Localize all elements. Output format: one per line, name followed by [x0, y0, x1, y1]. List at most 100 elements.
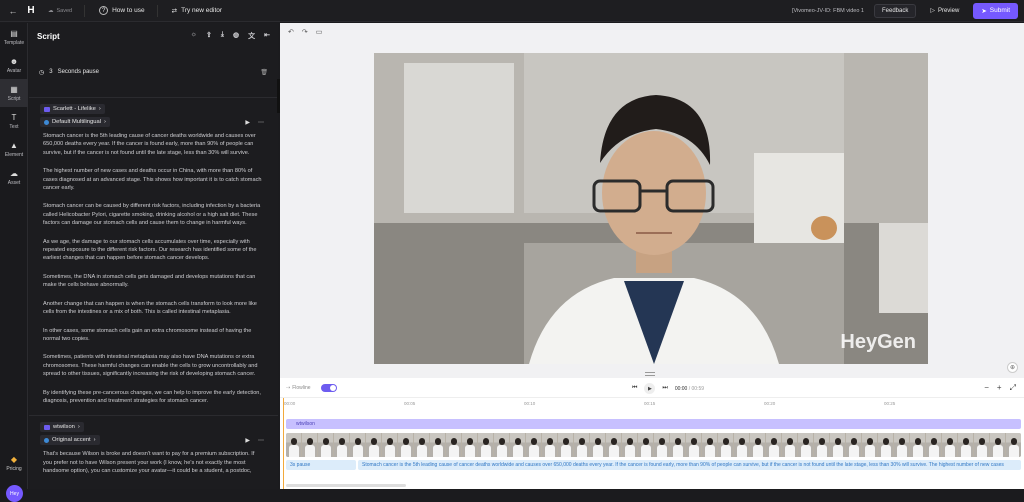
light-icon[interactable]: ☼: [191, 31, 197, 41]
nav-pricing[interactable]: ◆ Pricing: [0, 455, 28, 472]
more-icon[interactable]: ⋯: [258, 119, 264, 126]
script-paragraph[interactable]: That's because Wilson is broke and doesn…: [43, 450, 264, 475]
pause-segment[interactable]: 3s pause: [286, 460, 356, 470]
video-thumbnail: [286, 433, 302, 457]
project-title[interactable]: [Vivomeo-JV-ID: FBM video 1: [792, 8, 864, 14]
avatar-track[interactable]: wtwilson: [286, 419, 1021, 429]
user-avatar[interactable]: Hey: [6, 485, 23, 502]
divider: [29, 97, 278, 98]
script-paragraph[interactable]: In other cases, some stomach cells gain …: [43, 327, 264, 344]
cloud-icon: ☁: [48, 7, 54, 14]
zoom-controls: − + ⤢: [984, 383, 1016, 393]
asset-icon: ☁: [10, 168, 18, 178]
script-paragraph[interactable]: Sometimes, the DNA in stomach cells gets…: [43, 273, 264, 290]
video-thumbnail: [846, 433, 862, 457]
video-preview[interactable]: HeyGen: [374, 53, 928, 364]
trash-icon[interactable]: 🗑: [260, 69, 268, 76]
undo-icon[interactable]: ↶: [288, 28, 294, 36]
timeline-scrollbar[interactable]: [286, 484, 406, 487]
script-paragraph[interactable]: The highest number of new cases and deat…: [43, 167, 264, 192]
more-icon[interactable]: ⋯: [258, 437, 264, 444]
voice-selector[interactable]: Scarlett - Lifelike ›: [40, 104, 105, 114]
nav-element[interactable]: ▲ Element: [0, 135, 28, 163]
video-thumbnail: [974, 433, 990, 457]
video-thumbnail: [478, 433, 494, 457]
template-icon: ▤: [10, 28, 18, 38]
video-track[interactable]: [286, 433, 1021, 457]
play-button[interactable]: ▶: [644, 383, 656, 394]
zoom-in-icon[interactable]: +: [997, 383, 1002, 393]
accent-selector[interactable]: Original accent ›: [40, 435, 100, 446]
video-thumbnail: [558, 433, 574, 457]
video-thumbnail: [446, 433, 462, 457]
collapse-panel-icon[interactable]: ⇤: [264, 31, 270, 41]
video-thumbnail: [510, 433, 526, 457]
download-icon[interactable]: ⤓: [221, 31, 224, 41]
nav-asset[interactable]: ☁ Asset: [0, 163, 28, 191]
expand-icon[interactable]: ⤢: [1010, 383, 1016, 393]
zoom-out-icon[interactable]: −: [984, 383, 989, 393]
avatar-icon: ☻: [9, 56, 19, 66]
video-thumbnail: [462, 433, 478, 457]
play-icon[interactable]: ▶: [245, 437, 250, 444]
feedback-button[interactable]: Feedback: [873, 3, 917, 18]
preview-button[interactable]: ▷ Preview: [922, 4, 967, 17]
try-new-editor-button[interactable]: ⇄ Try new editor: [172, 7, 222, 15]
script-paragraph[interactable]: Sometimes, patients with intestinal meta…: [43, 353, 264, 378]
video-thumbnail: [654, 433, 670, 457]
nav-avatar[interactable]: ☻ Avatar: [0, 51, 28, 79]
script-text-block[interactable]: That's because Wilson is broke and doesn…: [43, 450, 264, 475]
divider: [84, 4, 86, 17]
accent-selector[interactable]: Default Multilingual ›: [40, 117, 110, 127]
script-text-block[interactable]: Stomach cancer is the 5th leading cause …: [43, 132, 264, 405]
script-segment[interactable]: Stomach cancer is the 5th leading cause …: [358, 460, 1021, 470]
ruler-tick: 00:05: [404, 401, 416, 406]
play-icon[interactable]: ▶: [245, 119, 250, 126]
video-thumbnail: [782, 433, 798, 457]
zoom-fit-icon[interactable]: ⊕: [1007, 362, 1018, 373]
chevron-right-icon: ›: [98, 106, 101, 112]
voice-settings: wtwilson › Original accent › ▶ ⋯: [40, 422, 278, 446]
video-thumbnail: [430, 433, 446, 457]
submit-button[interactable]: ➤ Submit: [973, 2, 1018, 19]
resize-handle-icon[interactable]: [645, 372, 655, 376]
script-paragraph[interactable]: As we age, the damage to our stomach cel…: [43, 238, 264, 263]
script-paragraph[interactable]: Stomach cancer is the 5th leading cause …: [43, 132, 264, 157]
divider: [156, 4, 158, 17]
nav-script[interactable]: ▦ Script: [0, 79, 28, 107]
ruler-tick: 00:20: [764, 401, 776, 406]
video-thumbnail: [1006, 433, 1021, 457]
script-paragraph[interactable]: Another change that can happen is when t…: [43, 300, 264, 317]
nav-text[interactable]: T Text: [0, 107, 28, 135]
avatar-video-frame: [374, 53, 928, 364]
video-thumbnail: [718, 433, 734, 457]
pause-count: 3: [49, 69, 53, 75]
video-thumbnail: [926, 433, 942, 457]
video-thumbnail: [958, 433, 974, 457]
heygen-logo[interactable]: H: [20, 0, 42, 22]
video-thumbnail: [990, 433, 1006, 457]
upload-icon[interactable]: ⇪: [206, 31, 212, 41]
video-thumbnail: [350, 433, 366, 457]
pause-block[interactable]: ◷ 3 Seconds pause 🗑: [35, 61, 272, 83]
how-to-use-button[interactable]: ? How to use: [99, 6, 145, 15]
back-arrow-icon[interactable]: ←: [6, 6, 20, 16]
script-paragraph[interactable]: Stomach cancer can be caused by differen…: [43, 202, 264, 227]
skip-forward-icon[interactable]: ⏭: [662, 385, 667, 392]
voice-selector[interactable]: wtwilson ›: [40, 422, 84, 433]
skip-back-icon[interactable]: ⏮: [632, 385, 637, 392]
monitor-icon[interactable]: ▭: [316, 28, 323, 36]
redo-icon[interactable]: ↷: [302, 28, 308, 36]
playhead[interactable]: [283, 398, 284, 489]
globe-icon[interactable]: ◍: [233, 31, 239, 41]
video-thumbnail: [910, 433, 926, 457]
video-thumbnail: [830, 433, 846, 457]
flowline-toggle[interactable]: [320, 383, 337, 392]
divider: [29, 415, 278, 417]
video-thumbnail: [942, 433, 958, 457]
script-paragraph[interactable]: By identifying these pre-cancerous chang…: [43, 389, 264, 406]
nav-template[interactable]: ▤ Template: [0, 23, 28, 51]
diamond-icon: ◆: [10, 455, 18, 464]
script-track: 3s pause Stomach cancer is the 5th leadi…: [286, 460, 1021, 470]
translate-icon[interactable]: 文: [248, 31, 255, 41]
